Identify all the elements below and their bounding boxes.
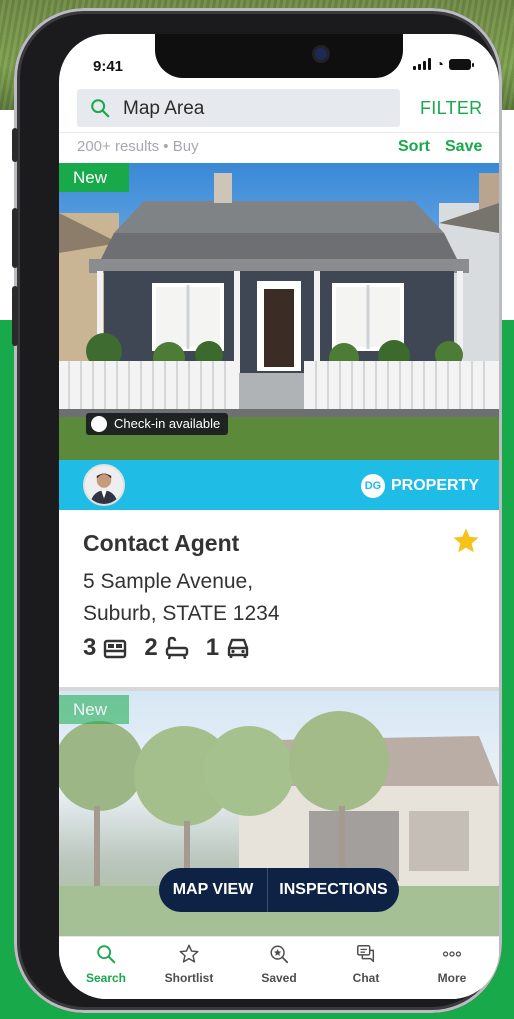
shortlist-star-icon[interactable]: [451, 526, 481, 556]
agency-brand: DG PROPERTY: [360, 474, 479, 498]
star-outline-icon: [179, 944, 199, 963]
new-badge: New: [59, 163, 129, 192]
map-view-button[interactable]: MAP VIEW: [159, 881, 267, 899]
chat-icon: [357, 945, 375, 963]
calendar-icon: [91, 416, 107, 432]
status-time: 9:41: [93, 58, 124, 75]
address-line-2: Suburb, STATE 1234: [83, 602, 280, 625]
tab-shortlist[interactable]: Shortlist: [154, 943, 224, 985]
inspections-button[interactable]: INSPECTIONS: [268, 881, 399, 899]
more-icon: [442, 951, 462, 957]
parking-feature: 1: [206, 634, 251, 662]
checkin-badge: Check-in available: [86, 413, 229, 435]
phone-frame: 9:41 ◔ Map Area FILTER 200+ results • Bu…: [12, 8, 502, 1013]
agency-bar[interactable]: DG PROPERTY: [59, 460, 499, 510]
bedrooms-count: 3: [83, 634, 97, 661]
bathrooms-count: 2: [144, 634, 158, 661]
search-input[interactable]: Map Area: [77, 89, 400, 127]
agency-name: PROPERTY: [390, 477, 479, 494]
new-badge-2: New: [59, 695, 129, 724]
tab-label: Shortlist: [164, 971, 214, 985]
results-summary: 200+ results • Buy: [77, 138, 199, 155]
listing-features: 3 2 1: [83, 634, 251, 662]
agency-logo: DG: [360, 474, 385, 498]
bottom-tab-bar: Search Shortlist Saved Chat More: [59, 936, 499, 999]
tab-label: Search: [85, 971, 127, 985]
volume-down-button: [12, 286, 18, 346]
car-icon: [227, 638, 249, 658]
status-icons: ◔: [412, 56, 474, 72]
address-line-1: 5 Sample Avenue,: [83, 570, 254, 593]
filter-button[interactable]: FILTER: [420, 98, 482, 119]
saved-search-icon: [270, 945, 289, 964]
parking-count: 1: [205, 634, 220, 661]
listing-details[interactable]: Contact Agent 5 Sample Avenue, Suburb, S…: [59, 510, 499, 687]
checkin-label: Check-in available: [114, 416, 221, 431]
volume-up-button: [12, 208, 18, 268]
tab-chat[interactable]: Chat: [331, 943, 401, 985]
tab-label: Chat: [352, 971, 380, 985]
mute-switch: [12, 128, 18, 162]
signal-icon: [412, 58, 431, 70]
listing-photo[interactable]: New Check-in available: [59, 163, 499, 460]
app-screen: 9:41 ◔ Map Area FILTER 200+ results • Bu…: [59, 34, 499, 999]
tab-search[interactable]: Search: [71, 943, 141, 985]
notch: [155, 34, 403, 78]
bed-icon: [104, 639, 127, 659]
camera-icon: [315, 48, 327, 60]
agent-avatar[interactable]: [83, 464, 125, 506]
search-icon: [97, 945, 116, 964]
listing-price: Contact Agent: [83, 530, 240, 556]
bath-icon: [165, 636, 188, 660]
floating-action-pill: MAP VIEW INSPECTIONS: [159, 868, 399, 912]
wifi-icon: ◔: [435, 56, 444, 72]
tab-saved[interactable]: Saved: [244, 943, 314, 985]
search-icon: [91, 99, 110, 118]
tab-more[interactable]: More: [417, 943, 487, 985]
battery-icon: [449, 58, 474, 70]
save-search-button[interactable]: Save: [445, 138, 482, 156]
bedrooms-feature: 3: [83, 634, 128, 662]
sort-button[interactable]: Sort: [398, 138, 430, 156]
search-query: Map Area: [123, 98, 205, 119]
bathrooms-feature: 2: [144, 634, 189, 662]
agent-photo: [85, 466, 123, 504]
tab-label: More: [437, 971, 467, 985]
tab-label: Saved: [261, 971, 297, 985]
